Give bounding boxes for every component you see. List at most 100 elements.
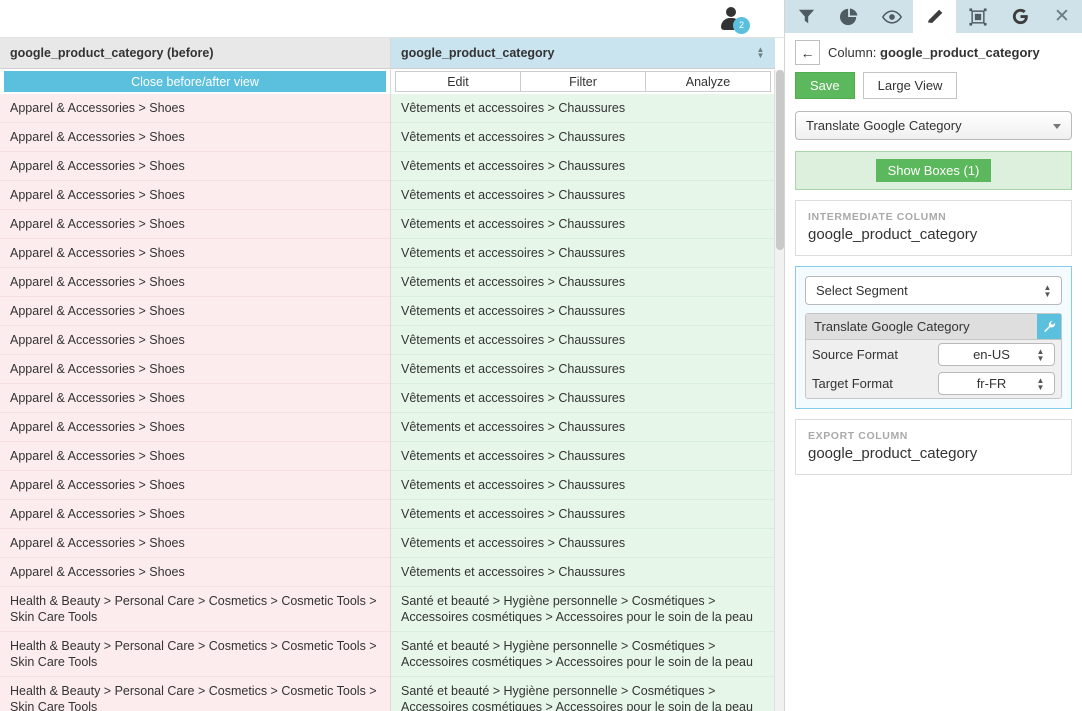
right-panel: ✕ ← Column: google_product_category Save… xyxy=(784,0,1082,711)
segment-rule-fields: Source Format en-US ▲ ▼ Target Format fr-FR ▲ ▼ xyxy=(806,340,1061,398)
save-button[interactable]: Save xyxy=(795,72,855,99)
close-before-after-view-button[interactable]: Close before/after view xyxy=(4,71,386,92)
large-view-button[interactable]: Large View xyxy=(862,72,958,99)
table-row[interactable]: Apparel & Accessories > Shoes xyxy=(0,94,390,123)
table-row[interactable]: Santé et beauté > Hygiène personnelle > … xyxy=(391,587,775,632)
table-row[interactable]: Vêtements et accessoires > Chaussures xyxy=(391,355,775,384)
column-after-button-row: Edit Filter Analyze xyxy=(395,71,771,92)
arrow-left-icon[interactable]: ← xyxy=(795,40,820,65)
sort-updown-icon: ▲ ▼ xyxy=(1043,283,1052,299)
table-row[interactable]: Apparel & Accessories > Shoes xyxy=(0,268,390,297)
show-boxes-button[interactable]: Show Boxes (1) xyxy=(875,159,992,182)
table-row[interactable]: Apparel & Accessories > Shoes xyxy=(0,297,390,326)
top-bar: 2 xyxy=(0,0,784,38)
column-after-header: google_product_category ▲ ▼ xyxy=(391,38,775,69)
table-row[interactable]: Apparel & Accessories > Shoes xyxy=(0,239,390,268)
table-row[interactable]: Vêtements et accessoires > Chaussures xyxy=(391,181,775,210)
table-row[interactable]: Vêtements et accessoires > Chaussures xyxy=(391,326,775,355)
column-before-rows: Apparel & Accessories > Shoes Apparel & A… xyxy=(0,94,390,711)
table-row[interactable]: Vêtements et accessoires > Chaussures xyxy=(391,529,775,558)
column-button-analyze[interactable]: Analyze xyxy=(645,71,771,92)
main-content: 2 google_product_category (before) Close… xyxy=(0,0,784,711)
tab-chart[interactable] xyxy=(828,0,871,33)
scrollbar-thumb[interactable] xyxy=(776,70,784,250)
sort-updown-icon[interactable]: ▲ ▼ xyxy=(756,46,765,61)
segment-rule-title: Translate Google Category xyxy=(814,319,970,334)
panel-header: ← Column: google_product_category xyxy=(785,33,1082,71)
chevron-down-icon xyxy=(1053,124,1061,129)
segment-rule-box: Translate Google Category Source Format e… xyxy=(805,313,1062,399)
intermediate-column-value: google_product_category xyxy=(808,226,978,243)
rule-field-select[interactable]: en-US ▲ ▼ xyxy=(938,343,1055,366)
column-after-rows: Vêtements et accessoires > Chaussures Vêt… xyxy=(391,94,775,711)
table-row[interactable]: Apparel & Accessories > Shoes xyxy=(0,355,390,384)
table-row[interactable]: Vêtements et accessoires > Chaussures xyxy=(391,123,775,152)
tab-image[interactable] xyxy=(956,0,999,33)
rule-field-row: Target Format fr-FR ▲ ▼ xyxy=(806,369,1061,398)
table-row[interactable]: Vêtements et accessoires > Chaussures xyxy=(391,558,775,587)
table-row[interactable]: Vêtements et accessoires > Chaussures xyxy=(391,442,775,471)
table-row[interactable]: Apparel & Accessories > Shoes xyxy=(0,123,390,152)
table-vertical-scrollbar[interactable] xyxy=(774,70,784,711)
pie-chart-icon xyxy=(840,8,858,25)
filter-icon xyxy=(798,9,815,24)
column-button-edit[interactable]: Edit xyxy=(395,71,520,92)
person-icon-head xyxy=(726,7,736,17)
column-button-filter[interactable]: Filter xyxy=(520,71,645,92)
column-before-header-label: google_product_category (before) xyxy=(10,46,214,60)
tab-filter[interactable] xyxy=(785,0,828,33)
column-after-toolbar: Edit Filter Analyze xyxy=(391,69,775,94)
table-row[interactable]: Vêtements et accessoires > Chaussures xyxy=(391,152,775,181)
data-table: google_product_category (before) Close b… xyxy=(0,38,784,711)
table-row[interactable]: Health & Beauty > Personal Care > Cosmet… xyxy=(0,677,390,711)
table-row[interactable]: Vêtements et accessoires > Chaussures xyxy=(391,268,775,297)
user-account-button[interactable]: 2 xyxy=(720,6,756,34)
table-row[interactable]: Health & Beauty > Personal Care > Cosmet… xyxy=(0,632,390,677)
user-badge-count: 2 xyxy=(733,17,750,34)
rule-field-select[interactable]: fr-FR ▲ ▼ xyxy=(938,372,1055,395)
table-row[interactable]: Apparel & Accessories > Shoes xyxy=(0,181,390,210)
column-before: google_product_category (before) Close b… xyxy=(0,38,390,711)
tab-edit[interactable] xyxy=(913,0,957,33)
image-frame-icon xyxy=(969,7,987,26)
table-row[interactable]: Apparel & Accessories > Shoes xyxy=(0,326,390,355)
table-row[interactable]: Vêtements et accessoires > Chaussures xyxy=(391,384,775,413)
table-row[interactable]: Vêtements et accessoires > Chaussures xyxy=(391,239,775,268)
app-root: 2 google_product_category (before) Close… xyxy=(0,0,1082,711)
table-row[interactable]: Vêtements et accessoires > Chaussures xyxy=(391,413,775,442)
table-row[interactable]: Apparel & Accessories > Shoes xyxy=(0,442,390,471)
rule-field-value: en-US xyxy=(973,347,1010,362)
wrench-icon[interactable] xyxy=(1037,314,1061,339)
panel-body: Translate Google Category Show Boxes (1)… xyxy=(785,109,1082,475)
intermediate-column-card: INTERMEDIATE COLUMN google_product_categ… xyxy=(795,200,1072,256)
select-segment-dropdown[interactable]: Select Segment ▲ ▼ xyxy=(805,276,1062,305)
tab-google[interactable] xyxy=(999,0,1042,33)
table-row[interactable]: Vêtements et accessoires > Chaussures xyxy=(391,210,775,239)
export-column-value: google_product_category xyxy=(808,445,978,462)
table-row[interactable]: Apparel & Accessories > Shoes xyxy=(0,384,390,413)
table-row[interactable]: Vêtements et accessoires > Chaussures xyxy=(391,500,775,529)
table-row[interactable]: Vêtements et accessoires > Chaussures xyxy=(391,297,775,326)
export-column-kicker: EXPORT COLUMN xyxy=(808,430,908,442)
table-row[interactable]: Apparel & Accessories > Shoes xyxy=(0,529,390,558)
table-row[interactable]: Santé et beauté > Hygiène personnelle > … xyxy=(391,632,775,677)
rule-field-label: Source Format xyxy=(812,347,898,362)
table-row[interactable]: Vêtements et accessoires > Chaussures xyxy=(391,94,775,123)
tab-preview[interactable] xyxy=(871,0,914,33)
table-row[interactable]: Apparel & Accessories > Shoes xyxy=(0,152,390,181)
panel-tab-bar: ✕ xyxy=(785,0,1082,33)
table-row[interactable]: Apparel & Accessories > Shoes xyxy=(0,210,390,239)
table-row[interactable]: Apparel & Accessories > Shoes xyxy=(0,413,390,442)
table-row[interactable]: Vêtements et accessoires > Chaussures xyxy=(391,471,775,500)
transform-select[interactable]: Translate Google Category xyxy=(795,111,1072,140)
table-row[interactable]: Santé et beauté > Hygiène personnelle > … xyxy=(391,677,775,711)
table-row[interactable]: Apparel & Accessories > Shoes xyxy=(0,558,390,587)
close-icon[interactable]: ✕ xyxy=(1042,0,1082,33)
rule-field-row: Source Format en-US ▲ ▼ xyxy=(806,340,1061,369)
table-row[interactable]: Health & Beauty > Personal Care > Cosmet… xyxy=(0,587,390,632)
column-before-header: google_product_category (before) xyxy=(0,38,390,69)
rule-field-value: fr-FR xyxy=(976,376,1007,391)
column-before-toolbar: Close before/after view xyxy=(0,69,390,94)
table-row[interactable]: Apparel & Accessories > Shoes xyxy=(0,471,390,500)
table-row[interactable]: Apparel & Accessories > Shoes xyxy=(0,500,390,529)
